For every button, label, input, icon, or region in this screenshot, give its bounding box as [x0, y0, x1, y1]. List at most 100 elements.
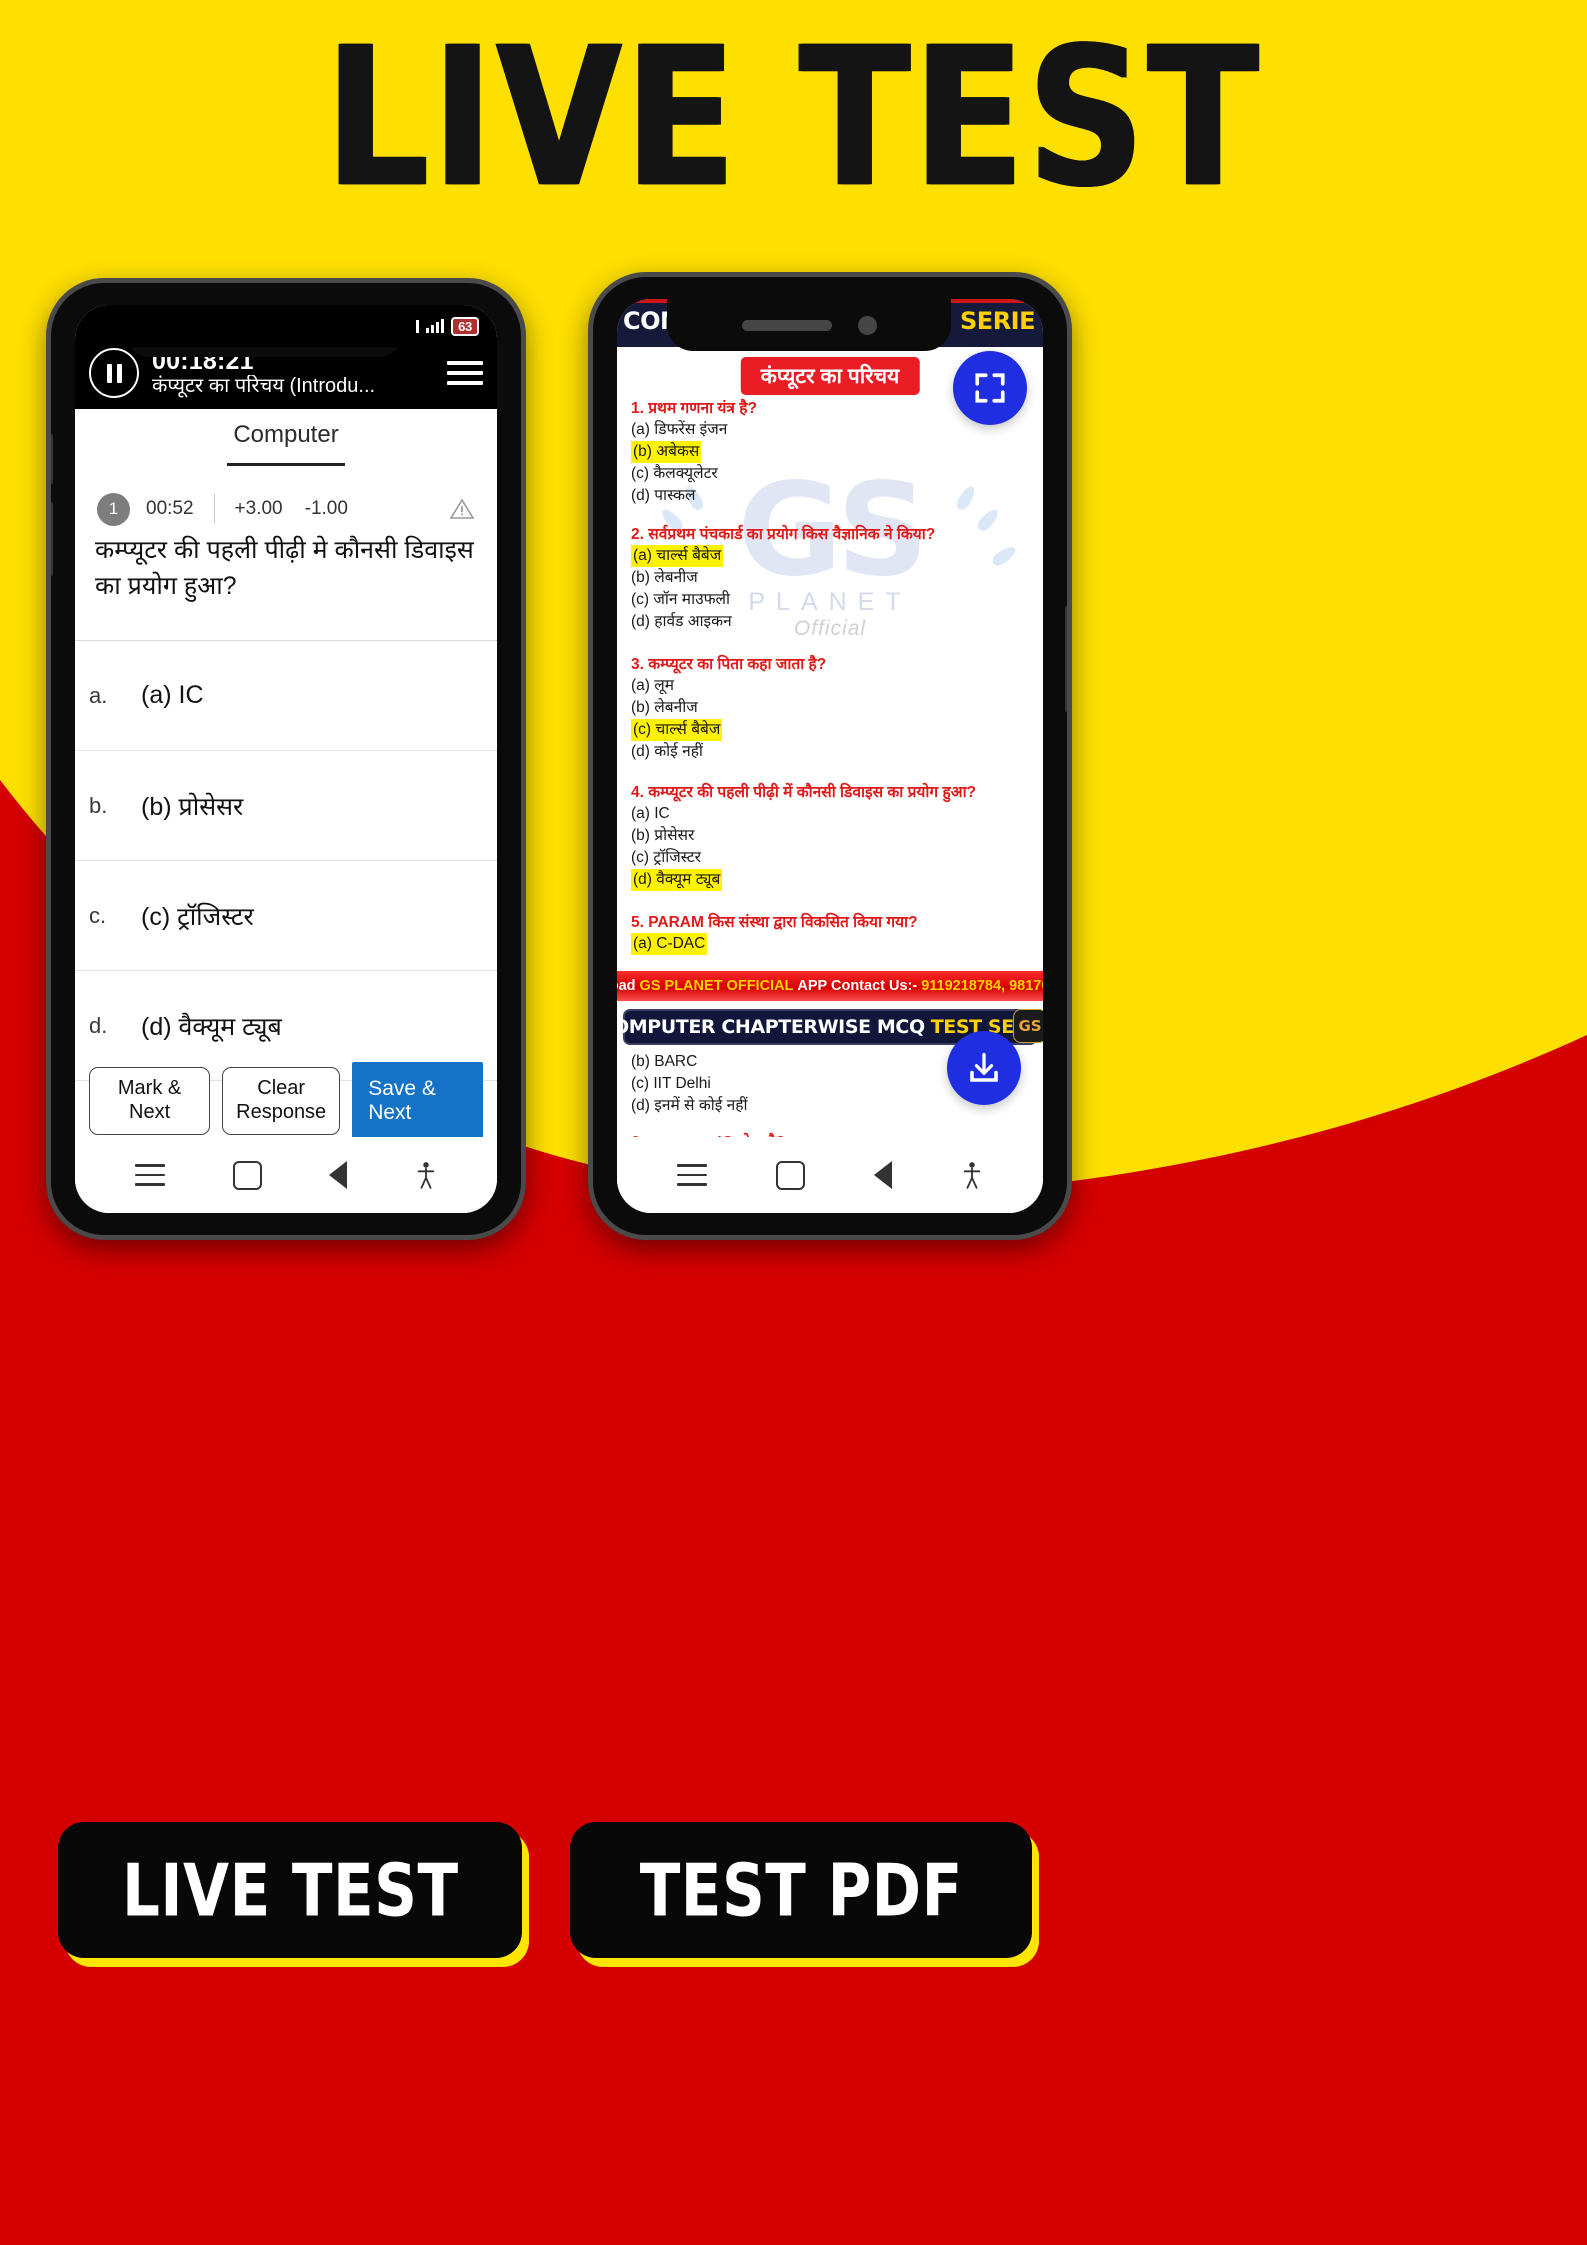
accessibility-icon[interactable] [415, 1161, 437, 1189]
pdf-q5-opt-a: (a) C-DAC [631, 932, 708, 955]
recents-icon[interactable] [134, 1164, 165, 1186]
pdf-q3-opt-a: (a) लूम [631, 676, 675, 694]
positive-marks: +3.00 [234, 498, 283, 519]
pdf-q4-opt-a: (a) IC [631, 804, 670, 822]
volume-up-button[interactable] [51, 433, 53, 485]
page-title: LIVE TEST [325, 6, 1262, 231]
earpiece-speaker [741, 319, 832, 331]
negative-marks: -1.00 [304, 498, 348, 519]
option-letter-a: a. [89, 682, 108, 708]
right-phone-screen: COMPUTE SERIE GS PLANET Official क [617, 299, 1043, 1213]
volume-down-button[interactable] [51, 501, 53, 577]
option-text-c: (c) ट्रॉजिस्टर [141, 902, 254, 931]
left-android-navbar [75, 1137, 497, 1213]
pause-icon[interactable] [89, 348, 139, 398]
pdf-q3-opt-d: (d) कोई नहीं [631, 742, 703, 760]
tab-computer[interactable]: Computer [233, 421, 338, 449]
signal-tick-icon [416, 319, 420, 333]
home-icon[interactable] [776, 1160, 806, 1190]
home-icon[interactable] [232, 1160, 262, 1190]
accessibility-icon[interactable] [961, 1161, 983, 1189]
question-timer: 00:52 [146, 498, 194, 519]
pdf-page-content[interactable]: GS PLANET Official कंप्यूटर का परिचय 1. … [617, 343, 1043, 1141]
save-and-next-button[interactable]: Save & Next [352, 1062, 483, 1140]
mark-and-next-button[interactable]: Mark & Next [89, 1067, 211, 1135]
right-phone-mockup: COMPUTE SERIE GS PLANET Official क [588, 272, 1072, 1240]
fullscreen-icon[interactable] [953, 351, 1027, 425]
contact-phones: 9119218784, 9817019664 [921, 978, 1043, 994]
pdf-q1-opt-b: (b) अबेकस [631, 440, 702, 463]
pdf-question-3: 3. कम्प्यूटर का पिता कहा जाता है? (a) लू… [631, 655, 1029, 763]
pdf-q5-opt-d: (d) इनमें से कोई नहीं [631, 1097, 748, 1114]
signal-bars-icon [426, 319, 445, 333]
contact-banner: Download GS PLANET OFFICIAL APP Contact … [617, 969, 1043, 1003]
front-camera-icon [857, 315, 877, 335]
option-row-a[interactable]: a. (a) IC [75, 641, 497, 751]
series-main-text: COMPUTER CHAPTERWISE MCQ [617, 1016, 925, 1038]
quiz-action-buttons: Mark & Next Clear Response Save & Next [75, 1062, 497, 1140]
pdf-q4-opt-d: (d) वैक्यूम ट्यूब [631, 868, 723, 891]
question-meta-row: 1 00:52 +3.00 -1.00 [75, 481, 497, 537]
option-row-c[interactable]: c. (c) ट्रॉजिस्टर [75, 861, 497, 971]
pdf-q1-opt-c: (c) कैलक्यूलेटर [631, 464, 718, 482]
hamburger-icon[interactable] [447, 361, 483, 385]
pdf-q4-text: 4. कम्प्यूटर की पहली पीढ़ी में कौनसी डिव… [631, 784, 977, 801]
option-text-b: (b) प्रोसेसर [141, 792, 244, 821]
pdf-q1-opt-d: (d) पास्कल [631, 486, 696, 504]
pdf-chapter-title: कंप्यूटर का परिचय [740, 357, 920, 395]
meta-divider [213, 494, 215, 524]
pdf-question-2: 2. सर्वप्रथम पंचकार्ड का प्रयोग किस वैज्… [631, 525, 1029, 633]
pdf-q5-opt-c: (c) IIT Delhi [631, 1075, 711, 1092]
power-button[interactable] [1065, 605, 1067, 713]
pdf-q2-opt-a: (a) चार्ल्स बैबेज [631, 544, 724, 567]
pdf-q5-text: 5. PARAM किस संस्था द्वारा विकसित किया ग… [631, 914, 918, 931]
warning-triangle-icon[interactable] [449, 497, 475, 521]
gs-logo-badge: GS [1013, 1009, 1043, 1043]
pdf-q5-opt-b: (b) BARC [631, 1053, 698, 1070]
clear-response-button[interactable]: Clear Response [222, 1067, 341, 1135]
question-text: कम्प्यूटर की पहली पीढ़ी मे कौनसी डिवाइस … [95, 536, 474, 600]
contact-prefix: Download [617, 978, 636, 994]
right-android-navbar [617, 1137, 1043, 1213]
pdf-q3-opt-c: (c) चार्ल्स बैबेज [631, 718, 723, 741]
left-status-bar: 63 [75, 305, 497, 347]
left-phone-mockup: 63 00:18:21 कंप्यूटर का परिचय (Introdu..… [46, 278, 526, 1240]
pdf-q3-opt-b: (b) लेबनीज [631, 698, 698, 716]
option-text-a: (a) IC [141, 681, 204, 709]
contact-mid: APP Contact Us:- [797, 978, 918, 994]
contact-brand: GS PLANET OFFICIAL [639, 978, 794, 994]
download-icon[interactable] [947, 1031, 1021, 1105]
left-phone-screen: 63 00:18:21 कंप्यूटर का परिचय (Introdu..… [75, 305, 497, 1213]
section-tabs: Computer [75, 409, 497, 483]
pdf-question-5: 5. PARAM किस संस्था द्वारा विकसित किया ग… [631, 913, 1029, 955]
pdf-q3-text: 3. कम्प्यूटर का पिता कहा जाता है? [631, 656, 827, 673]
clear-response-line1: Clear [257, 1077, 306, 1100]
recents-icon[interactable] [677, 1164, 708, 1186]
option-letter-b: b. [89, 792, 108, 818]
back-icon[interactable] [329, 1161, 348, 1189]
pdf-q2-opt-b: (b) लेबनीज [631, 568, 698, 586]
live-test-cta-button[interactable]: LIVE TEST [58, 1822, 522, 1958]
right-phone-notch [667, 299, 951, 351]
pdf-question-4: 4. कम्प्यूटर की पहली पीढ़ी में कौनसी डिव… [631, 783, 1029, 891]
question-number-badge: 1 [97, 492, 130, 526]
pdf-q4-opt-b: (b) प्रोसेसर [631, 826, 695, 844]
live-test-cta-label: LIVE TEST [121, 1847, 459, 1933]
pdf-q2-opt-d: (d) हार्वड आइकन [631, 612, 732, 630]
poster-title-wrap: LIVE TEST [0, 22, 1587, 215]
test-pdf-cta-label: TEST PDF [639, 1847, 963, 1933]
battery-level: 63 [451, 316, 479, 336]
option-row-b[interactable]: b. (b) प्रोसेसर [75, 751, 497, 861]
test-pdf-cta-button[interactable]: TEST PDF [570, 1822, 1032, 1958]
pdf-q4-opt-c: (c) ट्रॉजिस्टर [631, 848, 701, 866]
back-icon[interactable] [873, 1161, 892, 1189]
exam-subject-title: कंप्यूटर का परिचय (Introdu... [152, 374, 376, 397]
tab-active-underline [227, 463, 345, 466]
option-text-d: (d) वैक्यूम ट्यूब [141, 1012, 282, 1041]
pdf-q2-opt-c: (c) जॉन माउफली [631, 590, 731, 608]
pdf-q1-opt-a: (a) डिफरेंस इंजन [631, 420, 728, 438]
pdf-q2-text: 2. सर्वप्रथम पंचकार्ड का प्रयोग किस वैज्… [631, 526, 936, 543]
pdf-banner-right-text: SERIE [960, 307, 1035, 335]
option-letter-c: c. [89, 902, 107, 928]
clear-response-line2: Response [236, 1101, 327, 1123]
